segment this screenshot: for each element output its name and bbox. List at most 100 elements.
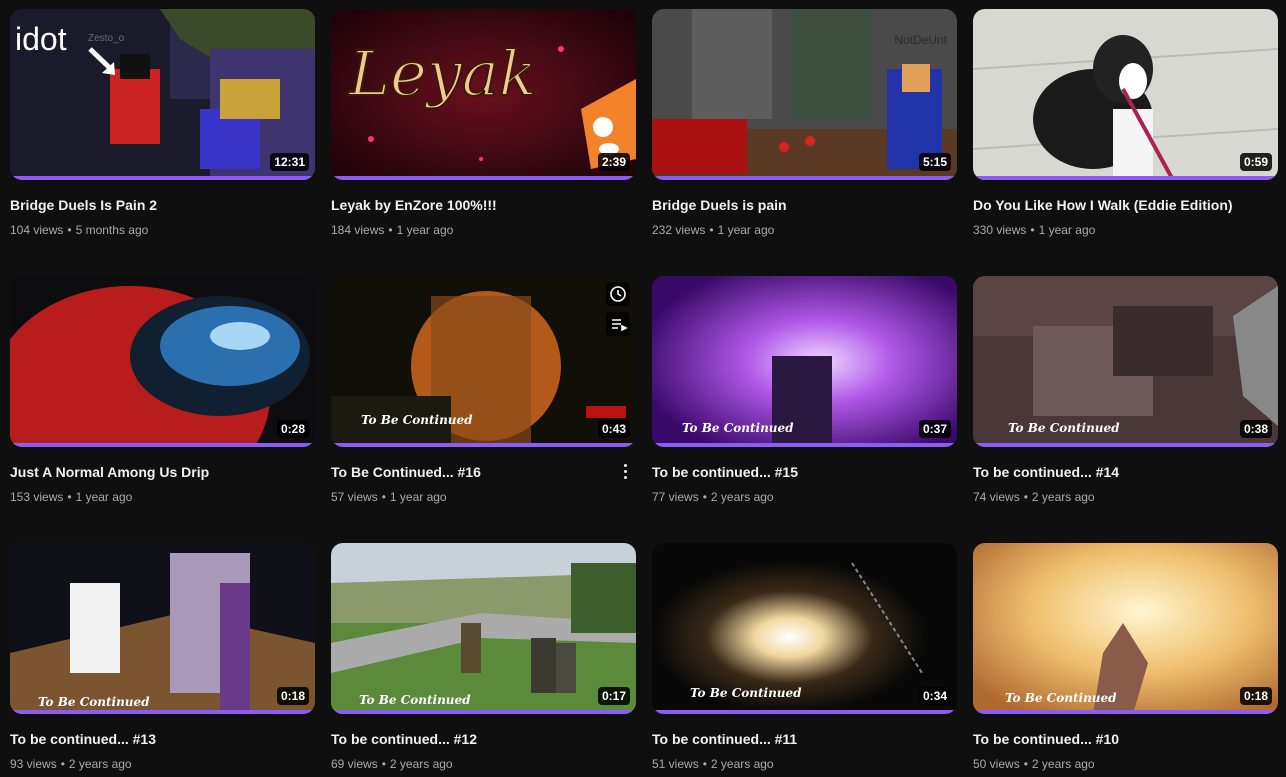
video-title[interactable]: To Be Continued... #16 xyxy=(331,463,636,481)
thumbnail-image xyxy=(10,543,315,714)
video-thumbnail[interactable]: idot Zesto_o 12:31 xyxy=(10,9,315,180)
view-count: 50 views xyxy=(973,757,1020,771)
separator-dot: • xyxy=(381,757,386,771)
duration-badge: 0:59 xyxy=(1239,153,1272,171)
view-count: 184 views xyxy=(331,223,385,237)
video-title[interactable]: Do You Like How I Walk (Eddie Edition) xyxy=(973,196,1278,214)
video-card[interactable]: To Be Continued 0:38 To be continued... … xyxy=(973,276,1278,505)
video-thumbnail[interactable]: To Be Continued 0:38 xyxy=(973,276,1278,447)
video-title[interactable]: To be continued... #11 xyxy=(652,730,957,748)
video-title[interactable]: Just A Normal Among Us Drip xyxy=(10,463,315,481)
thumbnail-caption: Leyak xyxy=(348,36,537,111)
view-count: 232 views xyxy=(652,223,706,237)
video-thumbnail[interactable]: To Be Continued 0:43 xyxy=(331,276,636,447)
video-card[interactable]: To Be Continued 0:34 To be continued... … xyxy=(652,543,957,772)
video-card[interactable]: 0:28 Just A Normal Among Us Drip 153 vie… xyxy=(10,276,315,505)
separator-dot: • xyxy=(67,223,72,237)
video-card[interactable]: To Be Continued 0:37 To be continued... … xyxy=(652,276,957,505)
upload-age: 1 year ago xyxy=(1038,223,1096,237)
video-card[interactable]: To Be Continued 0:43 To Be Continued... … xyxy=(331,276,636,505)
video-meta: 77 views • 2 years ago xyxy=(652,489,957,505)
video-meta: 74 views • 2 years ago xyxy=(973,489,1278,505)
separator-dot: • xyxy=(1023,490,1028,504)
video-thumbnail[interactable]: To Be Continued 0:17 xyxy=(331,543,636,714)
video-card[interactable]: NotDeUnt 5:15 Bridge Duels is pain 232 v… xyxy=(652,9,957,238)
view-count: 104 views xyxy=(10,223,64,237)
separator-dot: • xyxy=(1030,223,1035,237)
upload-age: 2 years ago xyxy=(1031,490,1095,504)
separator-dot: • xyxy=(388,223,393,237)
watch-progress-bar xyxy=(652,443,957,447)
watch-progress-bar xyxy=(973,710,1278,714)
watch-progress-bar xyxy=(331,176,636,180)
to-be-continued-caption: To Be Continued xyxy=(361,413,473,427)
video-title[interactable]: To be continued... #14 xyxy=(973,463,1278,481)
duration-badge: 0:18 xyxy=(1239,687,1272,705)
video-thumbnail[interactable]: 0:28 xyxy=(10,276,315,447)
to-be-continued-caption: To Be Continued xyxy=(690,686,802,700)
video-title[interactable]: Bridge Duels Is Pain 2 xyxy=(10,196,315,214)
video-thumbnail[interactable]: To Be Continued 0:18 xyxy=(973,543,1278,714)
upload-age: 1 year ago xyxy=(717,223,775,237)
view-count: 74 views xyxy=(973,490,1020,504)
separator-dot: • xyxy=(381,490,386,504)
duration-badge: 0:37 xyxy=(918,420,951,438)
video-thumbnail[interactable]: Leyak 2:39 xyxy=(331,9,636,180)
thumbnail-image xyxy=(331,543,636,714)
thumbnail-caption: idot xyxy=(15,21,67,57)
video-meta: 153 views • 1 year ago xyxy=(10,489,315,505)
video-meta: 69 views • 2 years ago xyxy=(331,756,636,772)
video-card[interactable]: To Be Continued 0:18 To be continued... … xyxy=(973,543,1278,772)
view-count: 77 views xyxy=(652,490,699,504)
video-title[interactable]: To be continued... #15 xyxy=(652,463,957,481)
watch-progress-bar xyxy=(331,710,636,714)
video-title[interactable]: Bridge Duels is pain xyxy=(652,196,957,214)
video-thumbnail[interactable]: NotDeUnt 5:15 xyxy=(652,9,957,180)
separator-dot: • xyxy=(1023,757,1028,771)
video-card[interactable]: To Be Continued 0:18 To be continued... … xyxy=(10,543,315,772)
separator-dot: • xyxy=(702,490,707,504)
video-thumbnail[interactable]: To Be Continued 0:18 xyxy=(10,543,315,714)
video-thumbnail[interactable]: To Be Continued 0:37 xyxy=(652,276,957,447)
video-card[interactable]: Leyak 2:39 Leyak by EnZore 100%!!! 184 v… xyxy=(331,9,636,238)
thumbnail-image xyxy=(973,9,1278,180)
more-actions-icon[interactable] xyxy=(618,460,632,482)
video-thumbnail[interactable]: To Be Continued 0:34 xyxy=(652,543,957,714)
separator-dot: • xyxy=(709,223,714,237)
separator-dot: • xyxy=(702,757,707,771)
separator-dot: • xyxy=(60,757,65,771)
video-title[interactable]: Leyak by EnZore 100%!!! xyxy=(331,196,636,214)
upload-age: 1 year ago xyxy=(396,223,454,237)
duration-badge: 0:34 xyxy=(918,687,951,705)
video-title[interactable]: To be continued... #13 xyxy=(10,730,315,748)
watch-progress-bar xyxy=(973,443,1278,447)
to-be-continued-caption: To Be Continued xyxy=(1008,421,1120,435)
upload-age: 1 year ago xyxy=(75,490,133,504)
watch-progress-bar xyxy=(10,176,315,180)
video-card[interactable]: To Be Continued 0:17 To be continued... … xyxy=(331,543,636,772)
watch-later-icon[interactable] xyxy=(606,282,630,306)
thumbnail-watermark: NotDeUnt xyxy=(894,33,947,47)
video-thumbnail[interactable]: 0:59 xyxy=(973,9,1278,180)
to-be-continued-caption: To Be Continued xyxy=(682,421,794,435)
duration-badge: 0:38 xyxy=(1239,420,1272,438)
video-meta: 232 views • 1 year ago xyxy=(652,222,957,238)
video-grid: idot Zesto_o 12:31 Bridge Duels Is Pain … xyxy=(0,0,1286,777)
video-meta: 184 views • 1 year ago xyxy=(331,222,636,238)
upload-age: 2 years ago xyxy=(68,757,132,771)
thumbnail-watermark: Zesto_o xyxy=(88,33,125,44)
video-card[interactable]: 0:59 Do You Like How I Walk (Eddie Editi… xyxy=(973,9,1278,238)
watch-progress-bar xyxy=(331,443,636,447)
upload-age: 2 years ago xyxy=(710,490,774,504)
upload-age: 2 years ago xyxy=(710,757,774,771)
view-count: 93 views xyxy=(10,757,57,771)
add-to-queue-icon[interactable] xyxy=(606,312,630,336)
video-title[interactable]: To be continued... #12 xyxy=(331,730,636,748)
video-card[interactable]: idot Zesto_o 12:31 Bridge Duels Is Pain … xyxy=(10,9,315,238)
video-title[interactable]: To be continued... #10 xyxy=(973,730,1278,748)
duration-badge: 0:43 xyxy=(597,420,630,438)
video-meta: 57 views • 1 year ago xyxy=(331,489,636,505)
view-count: 153 views xyxy=(10,490,64,504)
video-meta: 93 views • 2 years ago xyxy=(10,756,315,772)
duration-badge: 0:17 xyxy=(597,687,630,705)
